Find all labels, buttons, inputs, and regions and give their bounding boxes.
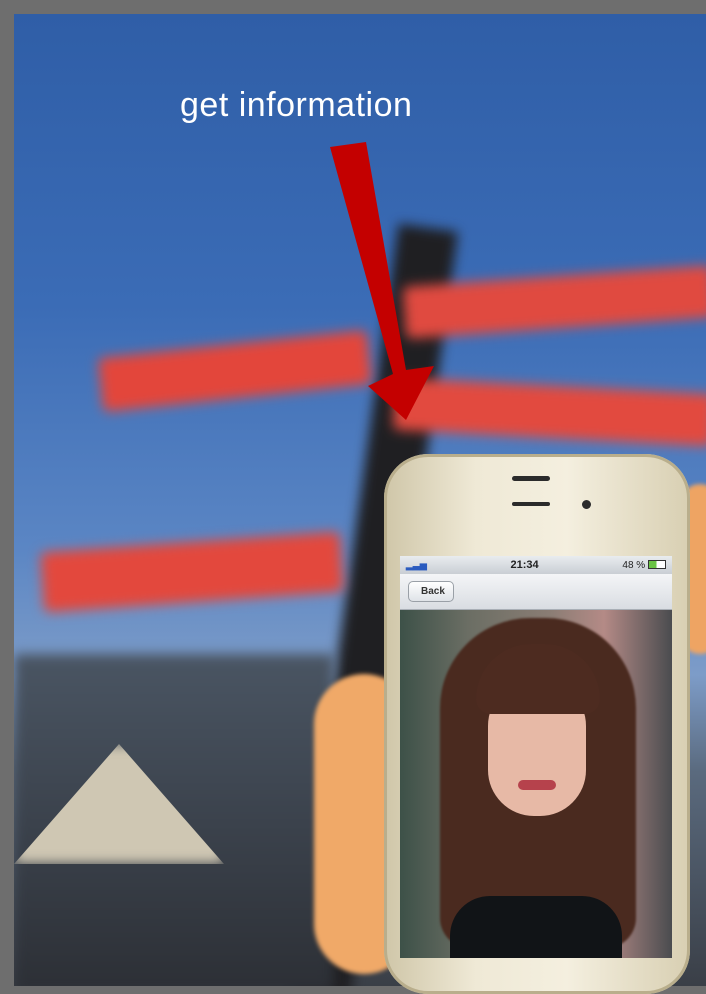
caption-text: get information [180,86,413,124]
portrait-photo [400,610,672,958]
sign-board-lower-left [40,531,344,613]
status-bar: ▂▃▅ 21:34 48 % [400,556,672,574]
navigation-bar: Back [400,574,672,610]
phone-screen: ▂▃▅ 21:34 48 % Back [400,556,672,958]
earpiece-line [512,502,550,506]
battery-percent: 48 % [622,559,646,571]
sign-board-middle-right [392,377,706,447]
top-clothing [450,896,622,958]
earpiece-speaker [512,476,550,481]
sign-board-left [97,330,373,412]
battery-icon [647,560,666,570]
back-button[interactable]: Back [408,581,454,602]
signal-icon: ▂▃▅ [406,559,427,570]
status-time: 21:34 [510,559,539,571]
lips [518,780,556,790]
front-camera [582,500,591,509]
battery-indicator: 48 % [622,560,666,571]
